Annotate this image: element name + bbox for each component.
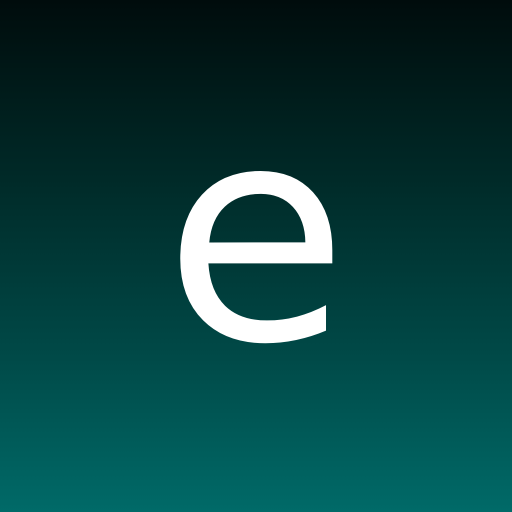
app-icon-letter: e xyxy=(163,61,349,410)
app-icon: e xyxy=(0,0,512,512)
